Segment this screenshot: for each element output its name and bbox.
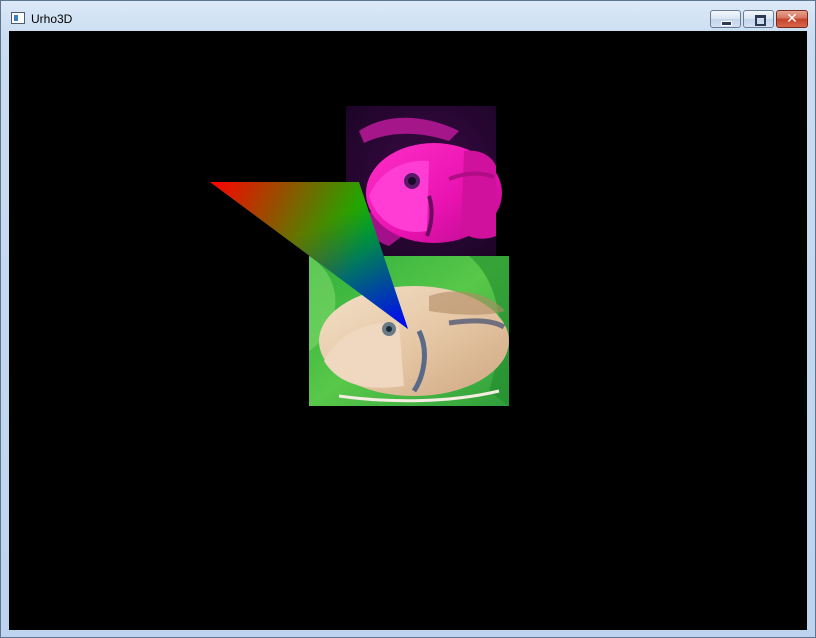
fish-sprite-natural: [309, 256, 509, 406]
app-window: Urho3D ✕: [0, 0, 816, 638]
minimize-button[interactable]: [710, 10, 741, 28]
close-icon: ✕: [786, 11, 798, 27]
scene-canvas: [210, 106, 509, 406]
window-controls: ✕: [708, 10, 808, 29]
app-window-icon[interactable]: [11, 12, 25, 24]
render-viewport[interactable]: [9, 31, 807, 630]
close-button[interactable]: ✕: [776, 10, 808, 28]
title-bar[interactable]: Urho3D ✕: [1, 1, 815, 31]
maximize-button[interactable]: [743, 10, 774, 28]
window-title: Urho3D: [31, 12, 73, 26]
maximize-icon: [744, 11, 773, 27]
minimize-icon: [711, 11, 740, 27]
